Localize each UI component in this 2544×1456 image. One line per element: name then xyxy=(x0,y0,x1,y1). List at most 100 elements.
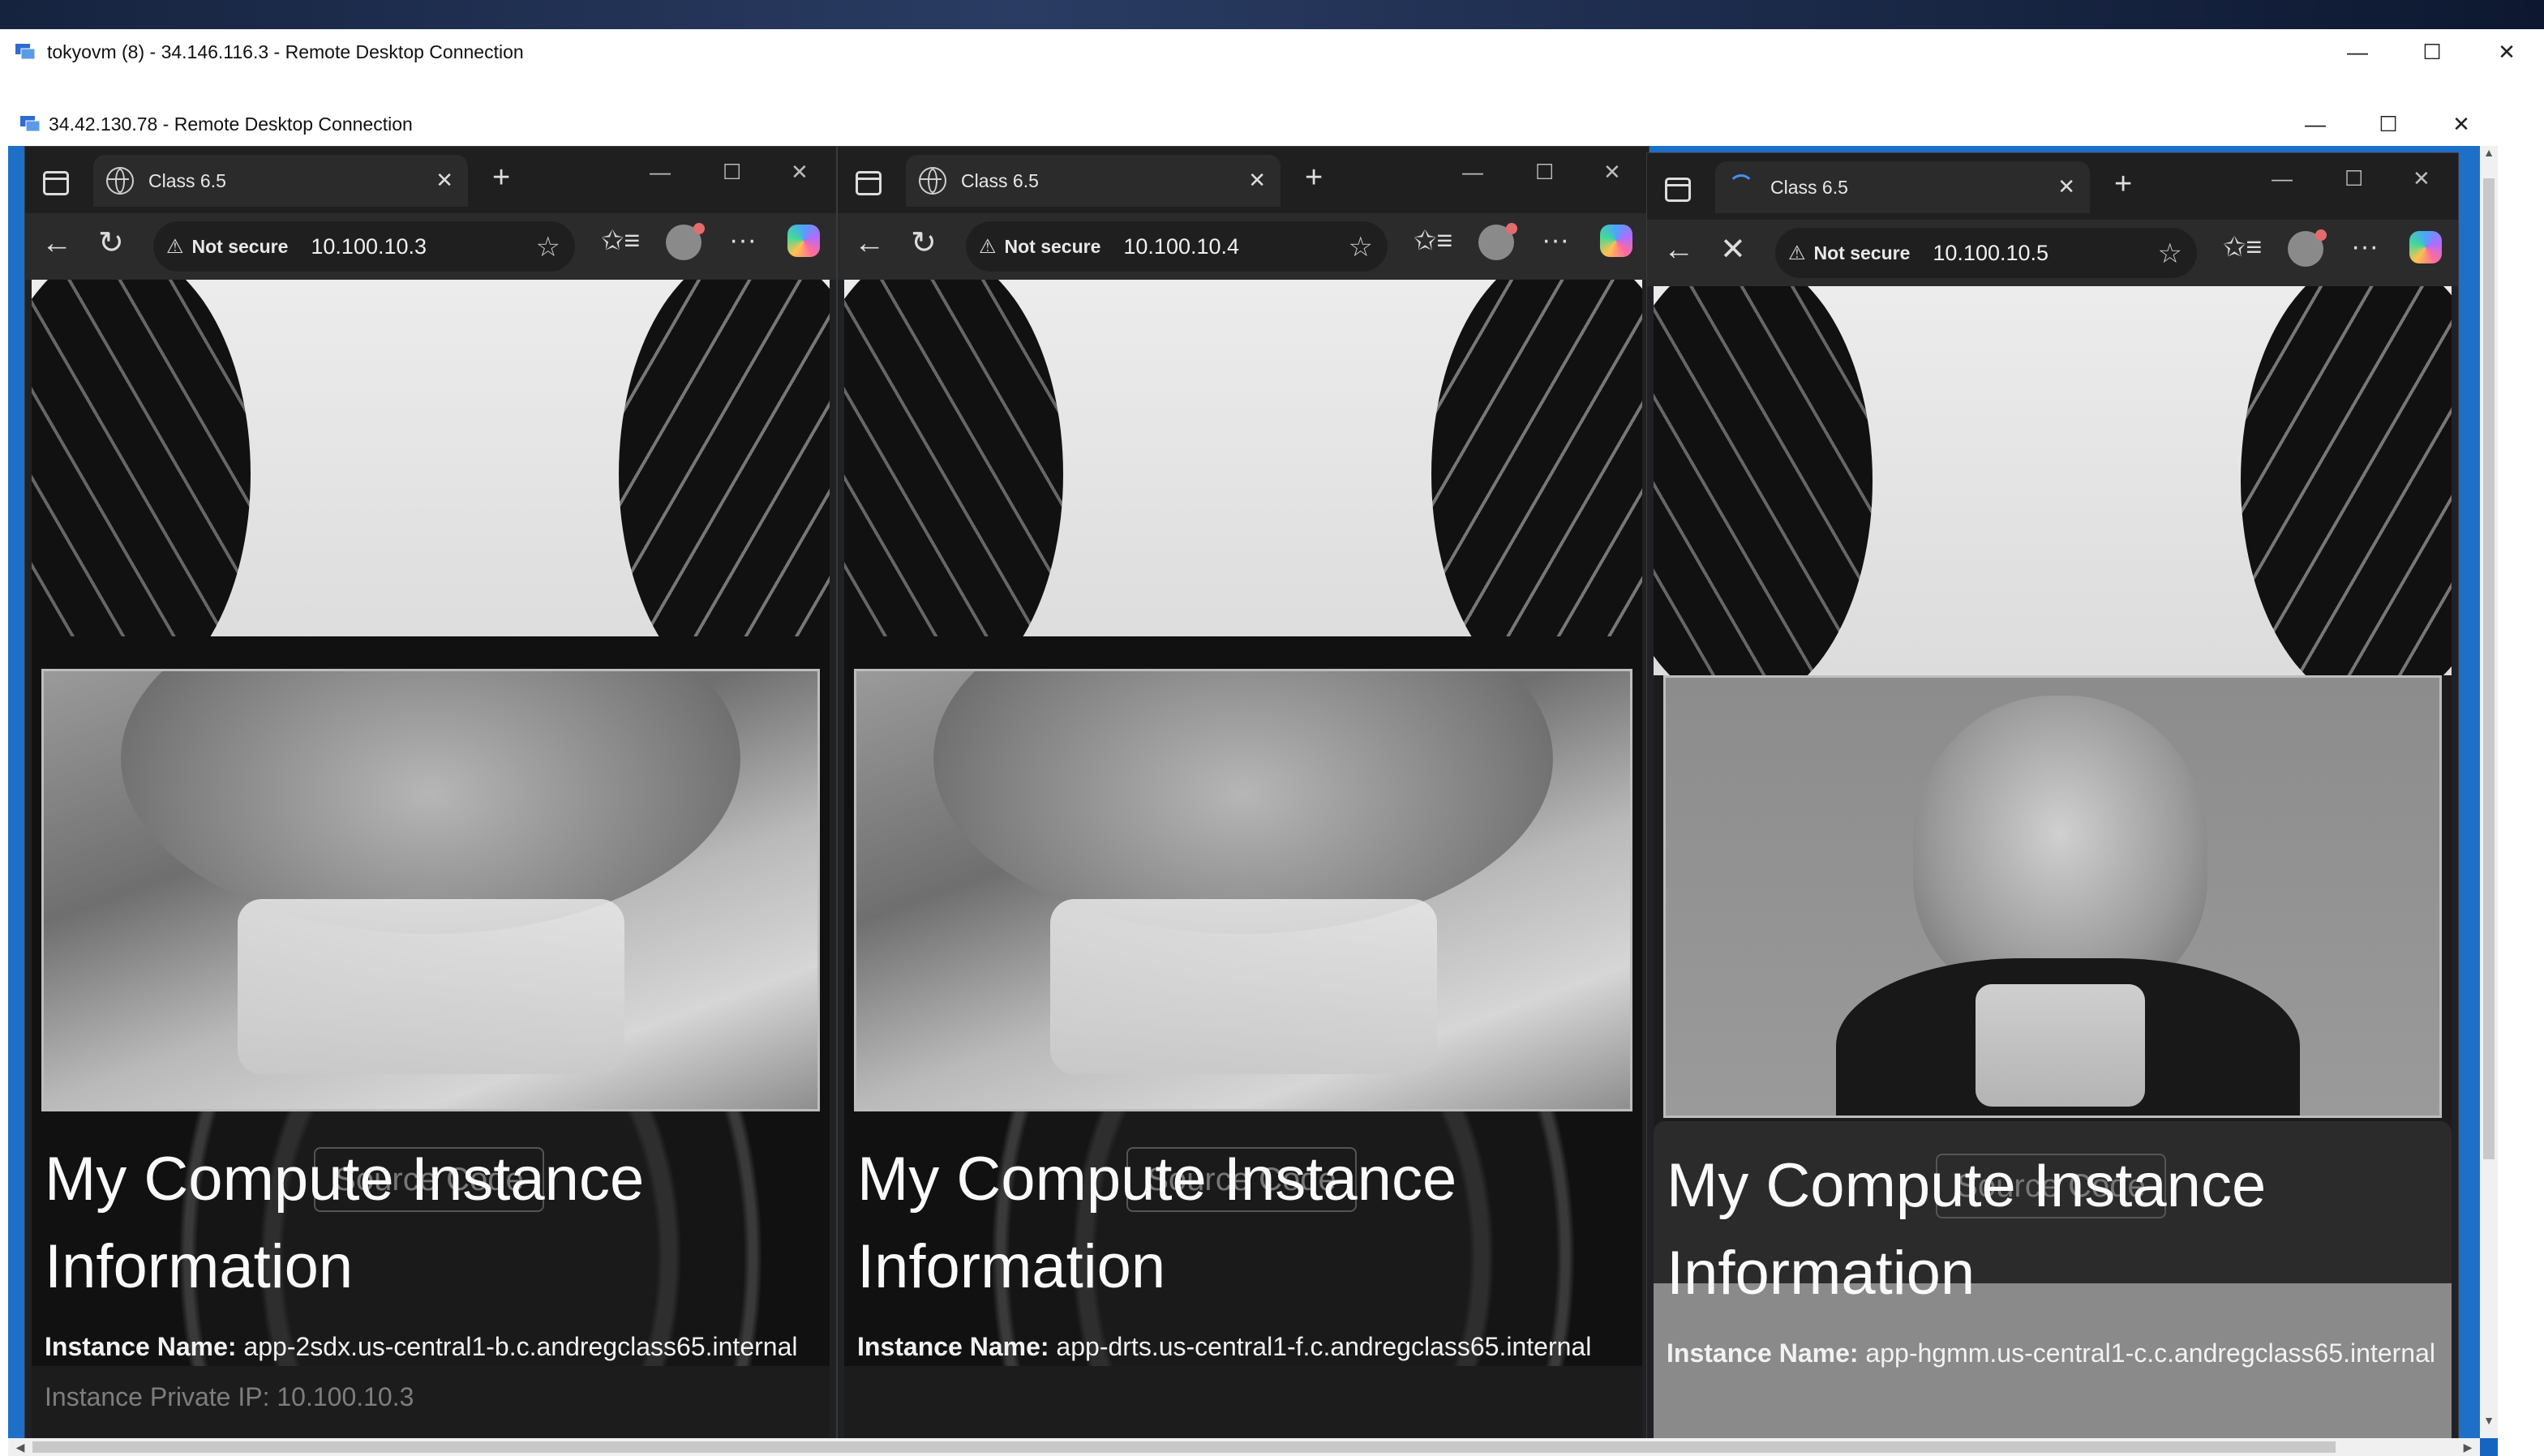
vertical-scrollbar[interactable]: ▲ ▼ xyxy=(2480,146,2498,1438)
favorite-star-icon[interactable]: ☆ xyxy=(536,231,560,263)
page-heading: My Compute Instance Information xyxy=(45,1145,645,1301)
close-button[interactable]: ✕ xyxy=(791,160,809,185)
browser-window-3: Class 6.5 ✕ + — ☐ ✕ ← ✕ ⚠ Not secure 10.… xyxy=(1646,152,2459,1438)
sidebar-toggle-icon[interactable] xyxy=(43,171,69,195)
browser-tab[interactable]: Class 6.5 ✕ xyxy=(93,155,468,207)
building-right xyxy=(2241,286,2452,708)
glass xyxy=(1975,984,2146,1107)
favorites-icon[interactable]: ✩≡ xyxy=(601,225,640,257)
close-button[interactable]: ✕ xyxy=(1603,160,1621,185)
instance-name-row: Instance Name: app-2sdx.us-central1-b.c.… xyxy=(45,1332,797,1362)
minimize-button[interactable]: — xyxy=(650,160,671,185)
address-bar[interactable]: ⚠ Not secure 10.100.10.4 ☆ xyxy=(966,221,1388,272)
scroll-up-arrow-icon[interactable]: ▲ xyxy=(2480,146,2498,170)
tab-close-icon[interactable]: ✕ xyxy=(1248,168,1266,193)
minimize-button[interactable]: — xyxy=(1462,160,1483,185)
browser-titlebar: Class 6.5 ✕ + — ☐ ✕ xyxy=(1647,153,2458,220)
page-content: Source Code My Compute Instance Informat… xyxy=(1654,286,2452,1438)
inner-rdp-title: 34.42.130.78 - Remote Desktop Connection xyxy=(49,113,413,135)
back-button[interactable]: ← xyxy=(41,226,72,261)
new-tab-button[interactable]: + xyxy=(1305,161,1323,194)
favorites-icon[interactable]: ✩≡ xyxy=(1414,225,1452,257)
more-menu-icon[interactable]: ··· xyxy=(1542,225,1569,256)
browser-titlebar: Class 6.5 ✕ + — ☐ ✕ xyxy=(838,147,1649,213)
favorites-icon[interactable]: ✩≡ xyxy=(2223,231,2262,263)
page-content: Source Code My Compute Instance Informat… xyxy=(844,280,1642,1438)
horizontal-scrollbar[interactable]: ◀ ▶ xyxy=(8,1438,2480,1456)
sidebar-toggle-icon[interactable] xyxy=(856,171,882,195)
info-panel: Source Code My Compute Instance Informat… xyxy=(844,1115,1642,1438)
url-text[interactable]: 10.100.10.5 xyxy=(1933,241,2048,266)
favorite-star-icon[interactable]: ☆ xyxy=(2158,238,2182,270)
copilot-icon[interactable] xyxy=(1600,225,1632,257)
browser-tab[interactable]: Class 6.5 ✕ xyxy=(1715,161,2090,213)
close-button[interactable]: ✕ xyxy=(2413,166,2430,191)
sidebar-toggle-icon[interactable] xyxy=(1665,178,1691,202)
info-panel: Source Code My Compute Instance Informat… xyxy=(32,1115,830,1438)
address-bar[interactable]: ⚠ Not secure 10.100.10.5 ☆ xyxy=(1775,228,2197,278)
profile-avatar[interactable] xyxy=(666,223,705,260)
outer-rdp-titlebar[interactable]: tokyovm (8) - 34.146.116.3 - Remote Desk… xyxy=(0,29,2544,75)
security-label[interactable]: Not secure xyxy=(1814,242,1911,264)
minimize-button[interactable]: — xyxy=(2320,29,2395,75)
copilot-icon[interactable] xyxy=(2409,231,2442,263)
url-text[interactable]: 10.100.10.4 xyxy=(1123,234,1239,259)
more-menu-icon[interactable]: ··· xyxy=(2351,231,2379,263)
favorite-star-icon[interactable]: ☆ xyxy=(1349,231,1373,263)
url-text[interactable]: 10.100.10.3 xyxy=(311,234,427,259)
close-button[interactable]: ✕ xyxy=(2469,29,2544,75)
maximize-button[interactable]: ☐ xyxy=(2352,102,2425,146)
warning-icon: ⚠ xyxy=(979,235,997,258)
back-button[interactable]: ← xyxy=(1663,233,1694,268)
close-button[interactable]: ✕ xyxy=(2425,102,2498,146)
maximize-button[interactable]: ☐ xyxy=(2395,29,2469,75)
building-left xyxy=(1654,286,1873,708)
inner-rdp-titlebar[interactable]: 34.42.130.78 - Remote Desktop Connection… xyxy=(8,102,2498,146)
hero-image xyxy=(854,669,1632,1111)
scrollbar-thumb[interactable] xyxy=(32,1441,2336,1453)
portrait-face xyxy=(1913,695,2207,1002)
outer-rdp-window: tokyovm (8) - 34.146.116.3 - Remote Desk… xyxy=(0,29,2544,1456)
maximize-button[interactable]: ☐ xyxy=(723,160,741,185)
more-menu-icon[interactable]: ··· xyxy=(729,225,757,256)
scroll-right-arrow-icon[interactable]: ▶ xyxy=(2456,1438,2480,1456)
reload-button[interactable]: ↻ xyxy=(98,225,124,261)
face-closeup xyxy=(121,671,740,934)
new-tab-button[interactable]: + xyxy=(492,161,510,194)
desktop-background xyxy=(0,0,2544,29)
profile-avatar[interactable] xyxy=(1478,223,1517,260)
security-label[interactable]: Not secure xyxy=(192,236,289,258)
tab-close-icon[interactable]: ✕ xyxy=(2057,174,2075,199)
maximize-button[interactable]: ☐ xyxy=(2345,166,2363,191)
remote-desktop-area: Class 6.5 ✕ + — ☐ ✕ ← ↻ ⚠ Not secure 10.… xyxy=(8,146,2480,1438)
instance-name-label: Instance Name: xyxy=(1667,1338,1859,1368)
globe-icon xyxy=(106,167,134,195)
warning-icon: ⚠ xyxy=(166,235,184,258)
minimize-button[interactable]: — xyxy=(2272,166,2293,191)
globe-icon xyxy=(919,167,946,195)
reload-button[interactable]: ↻ xyxy=(911,225,937,261)
minimize-button[interactable]: — xyxy=(2279,102,2352,146)
new-tab-button[interactable]: + xyxy=(2114,168,2132,200)
instance-name-value: app-hgmm.us-central1-c.c.andregclass65.i… xyxy=(1865,1338,2435,1368)
copilot-icon[interactable] xyxy=(787,225,820,257)
profile-avatar[interactable] xyxy=(2288,229,2327,267)
stop-loading-button[interactable]: ✕ xyxy=(1720,231,1746,268)
security-label[interactable]: Not secure xyxy=(1005,236,1101,258)
address-bar[interactable]: ⚠ Not secure 10.100.10.3 ☆ xyxy=(153,221,575,272)
remote-desktop-icon xyxy=(19,114,41,134)
scrollbar-thumb[interactable] xyxy=(2483,178,2495,1159)
browser-window-2: Class 6.5 ✕ + — ☐ ✕ ← ↻ ⚠ Not secure 10.… xyxy=(837,146,1650,1438)
browser-window-1: Class 6.5 ✕ + — ☐ ✕ ← ↻ ⚠ Not secure 10.… xyxy=(24,146,837,1438)
scroll-down-arrow-icon[interactable]: ▼ xyxy=(2480,1414,2498,1438)
hero-image xyxy=(1663,675,2442,1118)
scroll-left-arrow-icon[interactable]: ◀ xyxy=(8,1438,32,1456)
loading-spinner-icon xyxy=(1728,174,1754,200)
browser-tab[interactable]: Class 6.5 ✕ xyxy=(906,155,1281,207)
instance-name-value: app-2sdx.us-central1-b.c.andregclass65.i… xyxy=(243,1332,798,1361)
back-button[interactable]: ← xyxy=(854,226,885,261)
warning-icon: ⚠ xyxy=(1788,242,1806,264)
architecture-background xyxy=(844,280,1642,701)
tab-close-icon[interactable]: ✕ xyxy=(435,168,453,193)
maximize-button[interactable]: ☐ xyxy=(1535,160,1554,185)
